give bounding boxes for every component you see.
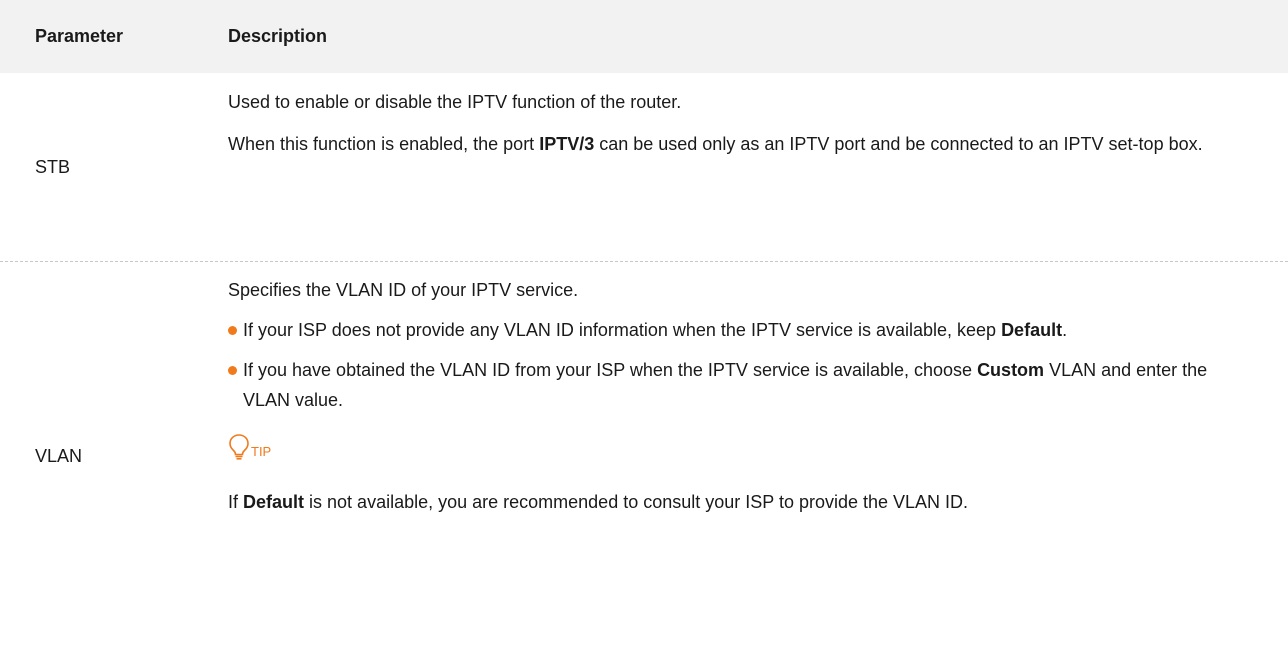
bullet-text: If you have obtained the VLAN ID from yo… xyxy=(243,355,1252,415)
param-name: STB xyxy=(35,156,71,177)
table-row-vlan: VLAN Specifies the VLAN ID of your IPTV … xyxy=(0,262,1288,650)
tip-heading: TIP xyxy=(228,427,1252,461)
text-span: When this function is enabled, the port xyxy=(228,134,540,154)
list-item: If you have obtained the VLAN ID from yo… xyxy=(228,355,1252,415)
table-header-row: Parameter Description xyxy=(0,0,1288,73)
param-cell-vlan: VLAN xyxy=(0,262,193,650)
table-row-stb: STB Used to enable or disable the IPTV f… xyxy=(0,73,1288,262)
lightbulb-icon xyxy=(229,434,249,460)
header-parameter: Parameter xyxy=(35,26,124,46)
bold-term: IPTV/3 xyxy=(539,134,595,154)
text-span: can be used only as an IPTV port and be … xyxy=(594,134,1203,154)
desc-text: Used to enable or disable the IPTV funct… xyxy=(228,92,682,112)
list-item: If your ISP does not provide any VLAN ID… xyxy=(228,315,1252,345)
desc-cell-vlan: Specifies the VLAN ID of your IPTV servi… xyxy=(193,262,1288,650)
param-cell-stb: STB xyxy=(0,73,193,261)
desc-text: Specifies the VLAN ID of your IPTV servi… xyxy=(228,280,579,300)
bullet-dot-icon xyxy=(228,366,237,375)
param-name: VLAN xyxy=(35,445,83,466)
desc-cell-stb: Used to enable or disable the IPTV funct… xyxy=(193,73,1288,261)
bold-term: Custom xyxy=(977,360,1045,380)
bold-term: Default xyxy=(243,492,305,512)
parameter-table: Parameter Description STB Used to enable… xyxy=(0,0,1288,650)
text-span: If xyxy=(228,492,244,512)
text-span: . xyxy=(1062,320,1068,340)
tip-label: TIP xyxy=(251,444,272,459)
tip-text: If Default is not available, you are rec… xyxy=(228,483,1252,521)
bold-term: Default xyxy=(1001,320,1063,340)
header-description: Description xyxy=(228,26,328,46)
text-span: is not available, you are recommended to… xyxy=(304,492,969,512)
text-span: If you have obtained the VLAN ID from yo… xyxy=(243,360,978,380)
bullet-dot-icon xyxy=(228,326,237,335)
bullet-text: If your ISP does not provide any VLAN ID… xyxy=(243,315,1067,345)
desc-text: When this function is enabled, the port … xyxy=(228,129,1252,159)
text-span: If your ISP does not provide any VLAN ID… xyxy=(243,320,1002,340)
